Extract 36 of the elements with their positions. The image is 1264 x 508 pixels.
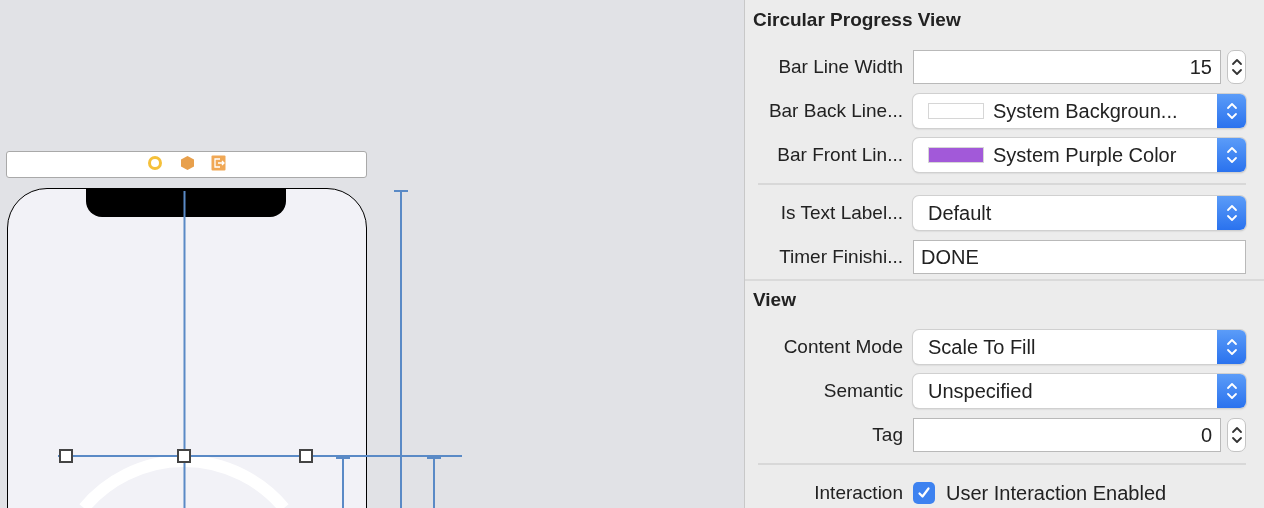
checkbox[interactable] — [913, 482, 935, 504]
stepper[interactable] — [1227, 50, 1246, 84]
section-title: Circular Progress View — [753, 7, 961, 32]
property-label: Timer Finishi... — [778, 244, 903, 269]
popup-button[interactable]: Unspecified — [913, 374, 1246, 408]
checkbox-label[interactable]: User Interaction Enabled — [946, 478, 1167, 508]
property-label: Bar Front Lin... — [776, 142, 903, 167]
checkmark-icon — [917, 486, 931, 500]
property-label: Tag — [871, 422, 903, 447]
popup-button[interactable]: Default — [913, 196, 1246, 230]
color-popup[interactable]: System Purple Color — [913, 138, 1246, 172]
property-label: Is Text Label... — [779, 200, 903, 225]
property-label: Semantic — [822, 378, 903, 403]
property-label: Interaction — [813, 480, 903, 505]
resize-handle[interactable] — [299, 449, 313, 463]
chevron-updown-icon — [1225, 145, 1238, 165]
cube-icon — [180, 155, 195, 171]
number-field[interactable]: 0 — [913, 418, 1221, 452]
text-field[interactable]: DONE — [913, 240, 1246, 274]
chevron-updown-icon — [1225, 203, 1238, 223]
popup-button[interactable]: Scale To Fill — [913, 330, 1246, 364]
property-label: Bar Back Line... — [767, 98, 903, 123]
resize-handle[interactable] — [59, 449, 73, 463]
chevron-updown-icon — [1225, 337, 1238, 357]
resize-handle[interactable] — [177, 449, 191, 463]
property-label: Bar Line Width — [777, 54, 903, 79]
color-popup[interactable]: System Backgroun... — [913, 94, 1246, 128]
view-controller-icon — [147, 155, 163, 171]
chevron-updown-icon — [1230, 57, 1243, 77]
number-field[interactable]: 15 — [913, 50, 1221, 84]
section-title: View — [753, 287, 796, 312]
chevron-updown-icon — [1225, 381, 1238, 401]
chevron-updown-icon — [1230, 425, 1243, 445]
stepper[interactable] — [1227, 418, 1246, 452]
property-label: Content Mode — [782, 334, 903, 359]
chevron-updown-icon — [1225, 101, 1238, 121]
